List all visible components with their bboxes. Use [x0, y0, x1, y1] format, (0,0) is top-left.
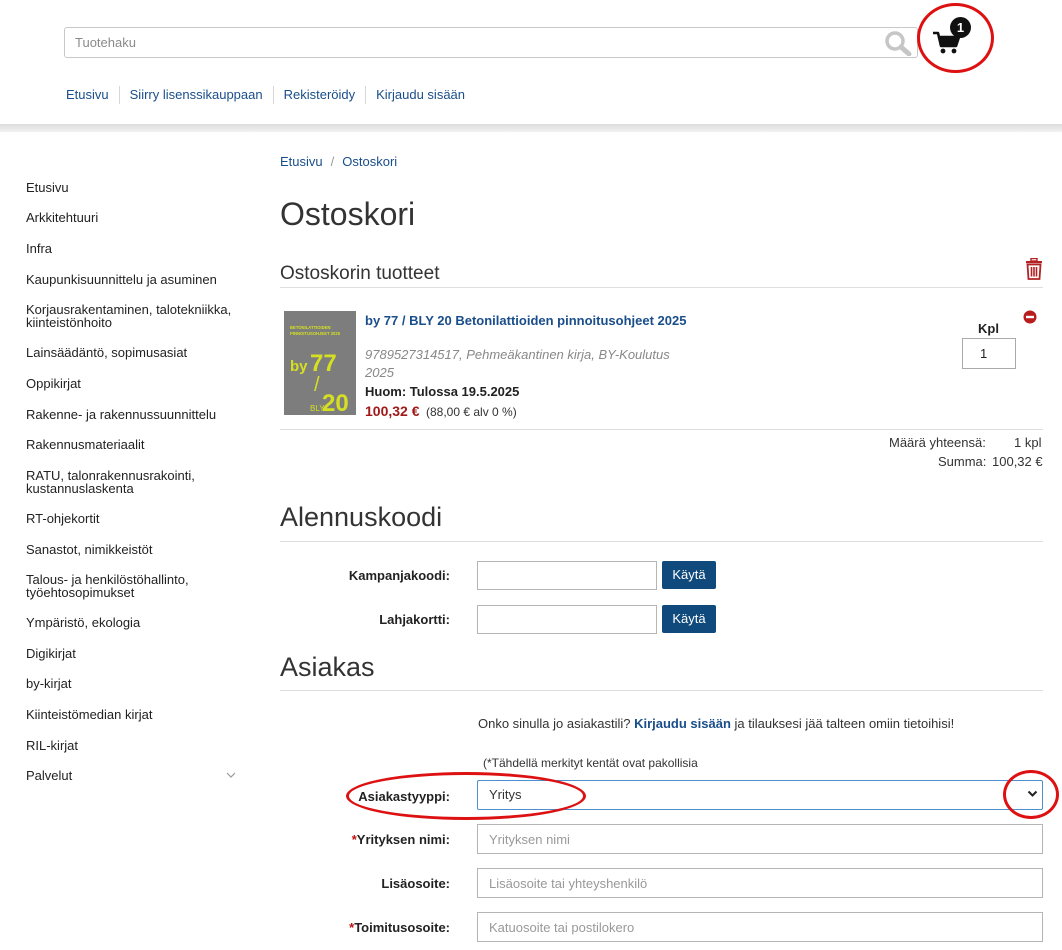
cover-line-1: BETONILATTIOIDEN	[290, 325, 331, 330]
cover-slash: /	[314, 374, 320, 396]
sidebar-item-environment[interactable]: Ympäristö, ekologia	[26, 616, 246, 629]
customer-type-select[interactable]: Yritys	[477, 780, 1043, 810]
login-hint-post: ja tilauksesi jää talteen omiin tietoihi…	[734, 716, 955, 731]
sidebar-item-kiinteistomedia[interactable]: Kiinteistömedian kirjat	[26, 708, 246, 721]
header-divider	[0, 124, 1062, 132]
product-title-link[interactable]: by 77 / BLY 20 Betonilattioiden pinnoitu…	[365, 313, 686, 328]
login-hint-pre: Onko sinulla jo asiakastili?	[478, 716, 631, 731]
delivery-address-label-text: Toimitusosoite:	[354, 920, 450, 935]
cover-number-bottom: 20	[322, 390, 349, 415]
sidebar-item-by-books[interactable]: by-kirjat	[26, 677, 246, 690]
sidebar-item-textbooks[interactable]: Oppikirjat	[26, 377, 246, 390]
sidebar-item-renovation[interactable]: Korjausrakentaminen, talotekniikka, kiin…	[26, 303, 246, 329]
breadcrumb-home-link[interactable]: Etusivu	[280, 154, 323, 169]
total-sum-value: 100,32 €	[992, 454, 1043, 469]
total-sum-label: Summa:	[938, 454, 987, 469]
chevron-down-icon[interactable]	[226, 771, 236, 779]
company-name-input[interactable]	[477, 824, 1043, 854]
login-link[interactable]: Kirjaudu sisään	[634, 716, 731, 731]
sidebar-item-finance-hr[interactable]: Talous- ja henkilöstöhallinto, työehtoso…	[26, 573, 246, 599]
breadcrumb-current[interactable]: Ostoskori	[342, 154, 397, 169]
total-quantity-label: Määrä yhteensä:	[889, 435, 986, 450]
product-cover-image[interactable]: BETONILATTIOIDEN PINNOITUSOHJEET 2025 by…	[284, 311, 356, 415]
search-icon[interactable]	[884, 30, 912, 56]
trash-icon[interactable]	[1024, 258, 1044, 280]
top-navigation: Etusivu Siirry lisenssikauppaan Rekister…	[56, 86, 475, 104]
customer-type-label: Asiakastyyppi:	[358, 789, 450, 804]
topnav-register-link[interactable]: Rekisteröidy	[274, 86, 367, 104]
chevron-down-icon[interactable]	[1027, 790, 1038, 798]
sidebar-item-rt-cards[interactable]: RT-ohjekortit	[26, 512, 246, 525]
login-hint: Onko sinulla jo asiakastili? Kirjaudu si…	[478, 716, 954, 731]
company-name-label: *Yrityksen nimi:	[300, 832, 450, 847]
gift-card-input[interactable]	[477, 605, 657, 634]
total-quantity-value: 1 kpl	[1014, 435, 1042, 450]
sidebar-item-structural-design[interactable]: Rakenne- ja rakennussuunnittelu	[26, 408, 246, 421]
page-title: Ostoskori	[280, 196, 416, 232]
campaign-code-input[interactable]	[477, 561, 657, 590]
search-input[interactable]	[75, 28, 875, 57]
topnav-license-shop-link[interactable]: Siirry lisenssikauppaan	[120, 86, 274, 104]
gift-card-label: Lahjakortti:	[379, 612, 450, 627]
sidebar-item-ril-books[interactable]: RIL-kirjat	[26, 739, 246, 752]
sidebar-item-home[interactable]: Etusivu	[26, 181, 246, 194]
required-fields-note: (*Tähdellä merkityt kentät ovat pakollis…	[483, 756, 698, 770]
extra-address-input[interactable]	[477, 868, 1043, 898]
breadcrumb: Etusivu / Ostoskori	[280, 154, 397, 169]
sidebar-item-ratu[interactable]: RATU, talonrakennusrakointi, kustannusla…	[26, 469, 246, 495]
quantity-input[interactable]	[962, 338, 1016, 369]
product-price: 100,32 €	[365, 403, 420, 419]
remove-item-icon[interactable]	[1023, 310, 1037, 324]
breadcrumb-separator: /	[330, 154, 335, 169]
company-name-label-text: Yrityksen nimi:	[356, 832, 450, 847]
divider	[280, 287, 1043, 288]
divider	[280, 690, 1043, 691]
product-availability: Huom: Tulossa 19.5.2025	[365, 384, 520, 399]
sidebar-item-services[interactable]: Palvelut	[26, 769, 246, 782]
sidebar-item-architecture[interactable]: Arkkitehtuuri	[26, 211, 246, 224]
sidebar-item-legislation[interactable]: Lainsäädäntö, sopimusasiat	[26, 346, 246, 359]
customer-section-title: Asiakas	[280, 652, 375, 682]
sidebar-item-ebooks[interactable]: Digikirjat	[26, 647, 246, 660]
sidebar-item-urban-planning[interactable]: Kaupunkisuunnittelu ja asuminen	[26, 273, 246, 286]
cart-count-badge: 1	[950, 17, 971, 38]
delivery-address-input[interactable]	[477, 912, 1043, 942]
topnav-login-link[interactable]: Kirjaudu sisään	[366, 86, 475, 104]
gift-card-apply-button[interactable]: Käytä	[662, 605, 716, 633]
topnav-home-link[interactable]: Etusivu	[56, 86, 120, 104]
sidebar-item-infra[interactable]: Infra	[26, 242, 246, 255]
search-box[interactable]	[64, 27, 918, 58]
cover-by: by	[290, 358, 308, 375]
cover-number-top: 77	[310, 350, 337, 377]
site-header: 1 Etusivu Siirry lisenssikauppaan Rekist…	[0, 0, 1062, 126]
divider	[280, 429, 1043, 430]
discount-section-title: Alennuskoodi	[280, 502, 443, 532]
product-price-vat0: (88,00 € alv 0 %)	[426, 405, 517, 419]
cover-line-2: PINNOITUSOHJEET 2025	[290, 331, 341, 336]
book-cover-art: BETONILATTIOIDEN PINNOITUSOHJEET 2025 by…	[284, 311, 356, 415]
campaign-code-label: Kampanjakoodi:	[348, 568, 450, 583]
divider	[280, 541, 1043, 542]
sidebar-item-vocabularies[interactable]: Sanastot, nimikkeistöt	[26, 543, 246, 556]
product-meta: 9789527314517, Pehmeäkantinen kirja, BY-…	[365, 347, 670, 380]
sidebar-item-building-materials[interactable]: Rakennusmateriaalit	[26, 438, 246, 451]
delivery-address-label: *Toimitusosoite:	[300, 920, 450, 935]
extra-address-label: Lisäosoite:	[381, 876, 450, 891]
cart-section-title: Ostoskorin tuotteet	[280, 263, 440, 284]
campaign-apply-button[interactable]: Käytä	[662, 561, 716, 589]
quantity-label: Kpl	[978, 321, 999, 336]
